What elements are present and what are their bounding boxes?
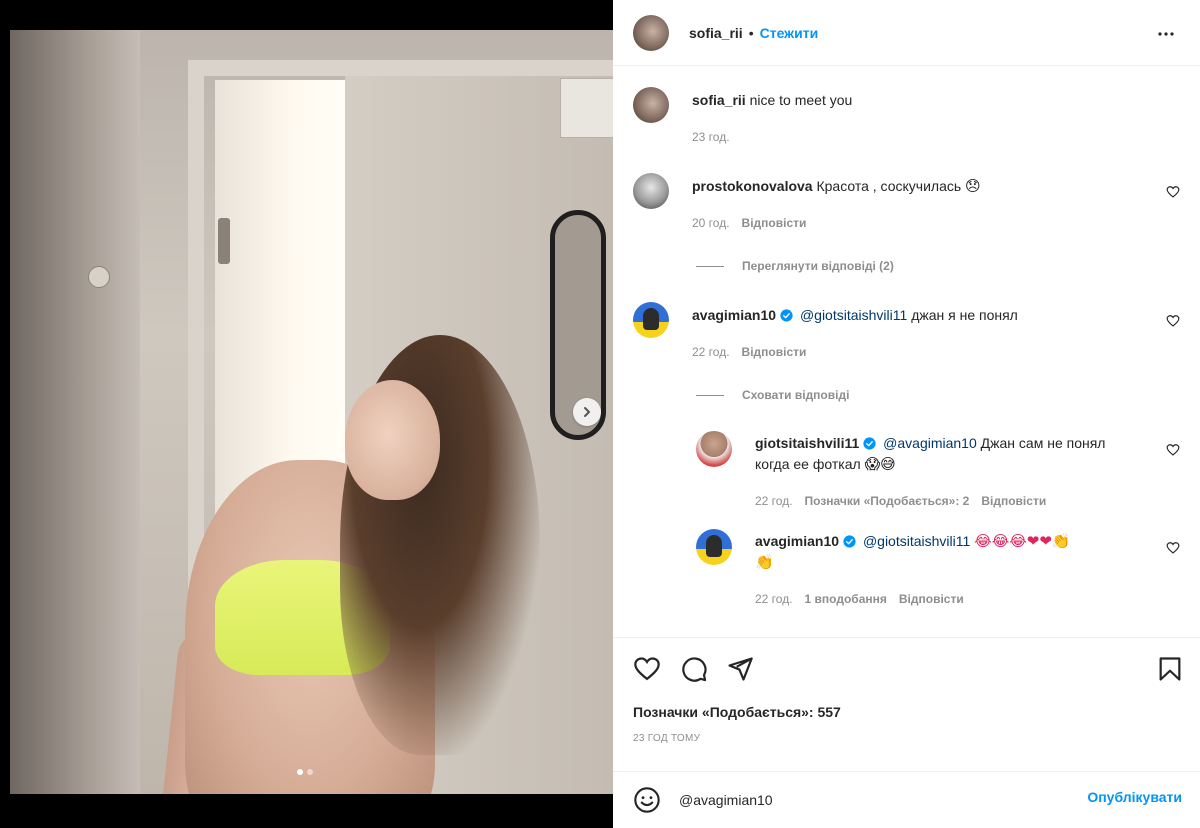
photo-hinge	[218, 218, 230, 264]
comment-input[interactable]	[679, 786, 1059, 814]
replies-divider-line	[696, 265, 724, 267]
comment-like-heart-icon[interactable]	[1166, 185, 1180, 199]
caption-time[interactable]: 23 год.	[692, 130, 730, 144]
hide-replies-button[interactable]: Сховати відповіді	[696, 388, 849, 402]
comment-meta: 20 год. Відповісти	[692, 216, 806, 230]
author-username[interactable]: sofia_rii	[689, 25, 743, 41]
reply-time[interactable]: 22 год.	[755, 592, 793, 606]
reply-body: avagimian10 @giotsitaishvili11 😂😂😂❤❤👏 👏	[755, 531, 1150, 573]
replies-divider-line	[696, 394, 724, 396]
reply-item: avagimian10 @giotsitaishvili11 😂😂😂❤❤👏 👏 …	[696, 529, 1184, 609]
comment-item: prostokonovalova Красота , соскучилась 😞…	[633, 173, 1184, 233]
reply-meta: 22 год. 1 вподобання Відповісти	[755, 592, 964, 606]
comment-item: avagimian10 @giotsitaishvili11 джан я не…	[633, 302, 1184, 362]
caption-avatar[interactable]	[633, 87, 669, 123]
post-header: sofia_rii • Стежити	[613, 0, 1200, 66]
carousel-next-button[interactable]	[573, 398, 601, 426]
reply-mention[interactable]: @giotsitaishvili11	[863, 533, 970, 549]
caption-username[interactable]: sofia_rii	[692, 92, 746, 108]
share-button[interactable]	[726, 655, 754, 683]
hide-replies-label: Сховати відповіді	[742, 388, 850, 402]
reply-like-heart-icon[interactable]	[1166, 443, 1180, 457]
comments-list[interactable]: sofia_rii nice to meet you 23 год. prost…	[613, 67, 1200, 637]
reply-mention[interactable]: @avagimian10	[883, 435, 977, 451]
verified-badge-icon	[843, 535, 856, 548]
photo-wall	[10, 30, 140, 794]
comment-mention[interactable]: @giotsitaishvili11	[800, 307, 907, 323]
reply-button[interactable]: Відповісти	[899, 592, 964, 606]
photo-ac-unit	[560, 78, 613, 138]
comment-button[interactable]	[680, 655, 708, 683]
post-media	[0, 0, 613, 828]
comment-text: джан я не понял	[911, 307, 1018, 323]
reply-button[interactable]: Відповісти	[742, 216, 807, 230]
header-separator: •	[748, 24, 754, 41]
more-horizontal-icon	[1158, 32, 1174, 36]
caption-meta: 23 год.	[692, 130, 730, 144]
chevron-right-icon	[584, 407, 590, 417]
comment-meta: 22 год. Відповісти	[692, 345, 806, 359]
save-button[interactable]	[1156, 655, 1184, 683]
smiley-icon[interactable]	[633, 786, 661, 814]
comment-emoji: 😞	[965, 177, 981, 195]
carousel-dot-active	[297, 769, 303, 775]
view-replies-label: Переглянути відповіді (2)	[742, 259, 894, 273]
send-icon	[728, 657, 753, 681]
heart-icon	[634, 657, 660, 681]
post-details-panel: sofia_rii • Стежити sofia_rii nice to me…	[613, 0, 1200, 828]
verified-badge-icon	[780, 309, 793, 322]
carousel-dot	[307, 769, 313, 775]
comment-avatar[interactable]	[633, 173, 669, 209]
publish-button[interactable]: Опублікувати	[1087, 789, 1182, 805]
reply-meta: 22 год. Позначки «Подобається»: 2 Відпов…	[755, 494, 1046, 508]
photo-switch	[88, 266, 110, 288]
carousel-indicator	[297, 769, 313, 775]
comment-text: Красота , соскучилась	[816, 178, 962, 194]
comment-avatar[interactable]	[633, 302, 669, 338]
likes-count[interactable]: Позначки «Подобається»: 557	[633, 704, 841, 720]
comment-time[interactable]: 22 год.	[692, 345, 730, 359]
reply-avatar[interactable]	[696, 431, 732, 467]
bookmark-icon	[1159, 657, 1181, 681]
reply-item: giotsitaishvili11 @avagimian10 Джан сам …	[696, 431, 1184, 511]
comment-username[interactable]: prostokonovalova	[692, 178, 813, 194]
comment-username[interactable]: avagimian10	[692, 307, 776, 323]
post-time-ago[interactable]: 23 ГОД ТОМУ	[633, 733, 700, 744]
like-button[interactable]	[633, 655, 661, 683]
comment-icon	[682, 657, 707, 682]
verified-badge-icon	[863, 437, 876, 450]
photo-subject-face	[345, 380, 440, 500]
comment-body: prostokonovalova Красота , соскучилась 😞	[692, 176, 1154, 197]
follow-button[interactable]: Стежити	[760, 25, 819, 41]
reply-emoji-line2: 👏	[755, 553, 774, 571]
reply-avatar[interactable]	[696, 529, 732, 565]
comment-time[interactable]: 20 год.	[692, 216, 730, 230]
view-replies-button[interactable]: Переглянути відповіді (2)	[696, 259, 894, 273]
caption-text: nice to meet you	[749, 92, 853, 108]
reply-username[interactable]: giotsitaishvili11	[755, 435, 859, 451]
post-photo	[10, 30, 613, 794]
reply-body: giotsitaishvili11 @avagimian10 Джан сам …	[755, 433, 1150, 475]
reply-button[interactable]: Відповісти	[981, 494, 1046, 508]
caption-body: sofia_rii nice to meet you	[692, 90, 1154, 111]
comment-like-heart-icon[interactable]	[1166, 314, 1180, 328]
reply-likes-count[interactable]: 1 вподобання	[805, 592, 887, 606]
reply-text-line1: Джан сам не понял	[980, 435, 1106, 451]
reply-time[interactable]: 22 год.	[755, 494, 793, 508]
add-comment-bar: Опублікувати	[613, 771, 1200, 828]
comment-body: avagimian10 @giotsitaishvili11 джан я не…	[692, 305, 1154, 326]
reply-text-line2: когда ее фоткал	[755, 456, 861, 472]
reply-button[interactable]: Відповісти	[742, 345, 807, 359]
reply-emoji-line1: 😂😂😂❤❤👏	[974, 532, 1071, 550]
reply-emoji: 😱😅	[864, 455, 896, 473]
post-caption: sofia_rii nice to meet you 23 год.	[633, 87, 1184, 147]
author-avatar[interactable]	[633, 14, 669, 51]
post-actions: Позначки «Подобається»: 557 23 ГОД ТОМУ	[613, 637, 1200, 771]
reply-username[interactable]: avagimian10	[755, 533, 839, 549]
reply-like-heart-icon[interactable]	[1166, 541, 1180, 555]
reply-likes-count[interactable]: Позначки «Подобається»: 2	[805, 494, 970, 508]
more-options-button[interactable]	[1154, 22, 1178, 46]
